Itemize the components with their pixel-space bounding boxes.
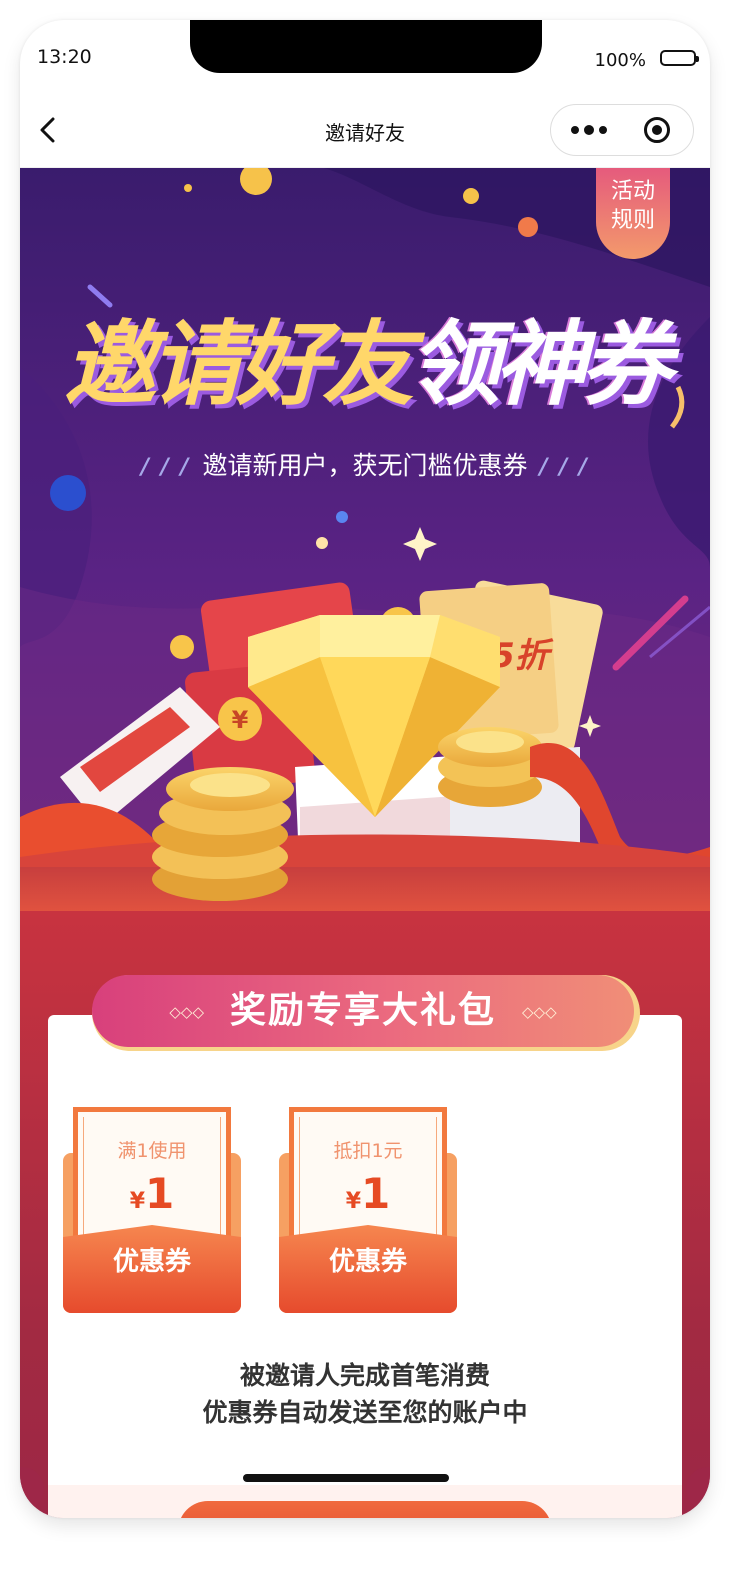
battery-icon [660,50,699,66]
currency-symbol: ¥ [129,1189,146,1214]
discount-tag-text: 5折 [491,636,554,676]
home-indicator [243,1474,449,1482]
navigation-bar: 邀请好友 [20,95,710,168]
more-dots-icon[interactable] [569,117,609,143]
reward-description: 被邀请人完成首笔消费 优惠券自动发送至您的账户中 [48,1357,682,1431]
slash-decoration-left: / / / [141,455,191,480]
gift-pack-banner: ◇◇◇ 奖励专享大礼包 ◇◇◇ [92,975,640,1051]
coupon-value: 1 [361,1169,391,1218]
reward-card: 满1使用 ¥1 优惠券 抵扣1元 ¥1 优惠券 被邀请人完成首笔消费 优惠券自动… [48,1015,682,1518]
currency-symbol: ¥ [345,1189,362,1214]
coupon-value: 1 [145,1169,175,1218]
coupon-card[interactable]: 满1使用 ¥1 优惠券 [63,1107,241,1313]
gift-pack-title: 奖励专享大礼包 [229,990,496,1031]
coupon-amount: ¥1 [294,1170,442,1226]
invite-button[interactable] [178,1501,552,1518]
hero-headline: 邀请好友领神券 [20,310,710,420]
activity-rules-label: 活动 规则 [610,179,655,233]
description-line-2: 优惠券自动发送至您的账户中 [202,1398,528,1427]
diamond-decoration-left: ◇◇◇ [169,1003,204,1021]
mini-program-capsule [550,104,694,156]
diamond-decoration-right: ◇◇◇ [522,1003,557,1021]
hero-subtitle-row: / / / 邀请新用户，获无门槛优惠券 / / / [20,449,710,485]
hero-illustration: ¥ 5折 [20,167,710,911]
coupon-label: 优惠券 [112,1247,191,1277]
coupon-label: 优惠券 [328,1247,407,1277]
hero-subtitle: 邀请新用户，获无门槛优惠券 [202,451,528,480]
battery-percentage: 100% [594,50,646,71]
phone-frame: 13:20 100% 邀请好友 ¥ 5折 活动 规则 邀请好友领神券 / / /… [20,20,710,1518]
device-notch [190,20,542,73]
slash-decoration-right: / / / [539,455,589,480]
red-envelope-coin-label: ¥ [232,706,249,734]
headline-part-coupon: 领神券 [408,311,672,418]
status-time: 13:20 [37,46,92,68]
activity-rules-button[interactable]: 活动 规则 [596,167,670,259]
close-target-icon[interactable] [643,116,671,144]
coupon-condition: 抵扣1元 [333,1140,403,1162]
ticket-notch-right [686,1467,710,1511]
ticket-notch-left [20,1467,44,1511]
coupon-card[interactable]: 抵扣1元 ¥1 优惠券 [279,1107,457,1313]
hero-banner: ¥ 5折 活动 规则 邀请好友领神券 / / / 邀请新用户，获无门槛优惠券 /… [20,167,710,911]
headline-part-invite: 邀请好友 [63,311,414,418]
reward-section: 满1使用 ¥1 优惠券 抵扣1元 ¥1 优惠券 被邀请人完成首笔消费 优惠券自动… [20,911,710,1518]
coupon-amount: ¥1 [78,1170,226,1226]
description-line-1: 被邀请人完成首笔消费 [239,1361,490,1390]
coupon-condition: 满1使用 [117,1140,187,1162]
